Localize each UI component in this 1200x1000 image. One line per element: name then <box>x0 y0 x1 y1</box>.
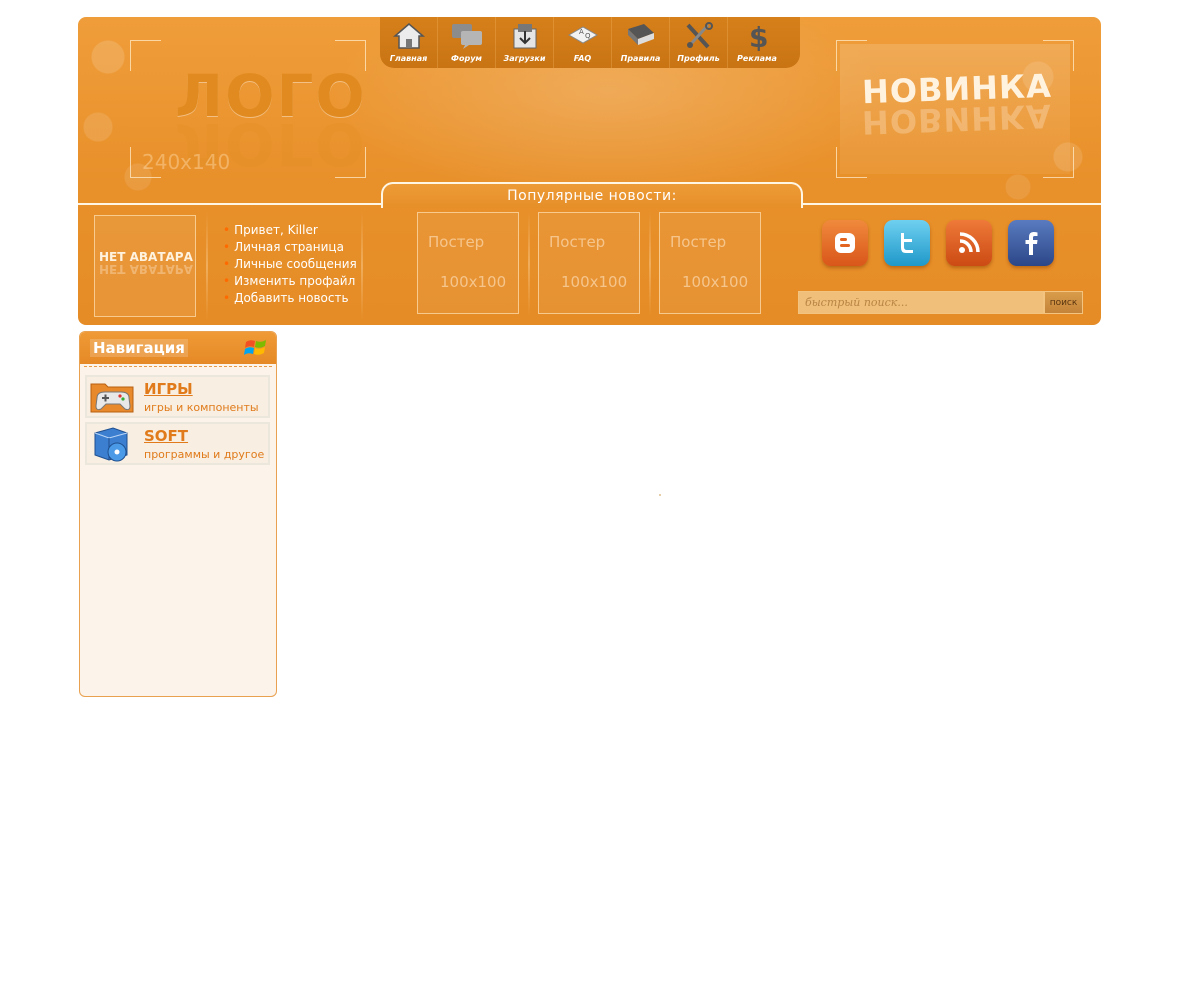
quick-search: поиск <box>798 291 1083 314</box>
site-header: ЛОГО ЛОГО 240x140 НОВИНКА НОВИНКА Главна… <box>78 17 1101 325</box>
nav-rules[interactable]: Правила <box>612 17 670 68</box>
nav-ads[interactable]: $ Реклама <box>728 17 786 68</box>
dollar-icon: $ <box>749 21 768 51</box>
nav-card-games[interactable]: ИГРЫ игры и компоненты <box>85 375 270 418</box>
nav-profile-label: Профиль <box>677 54 720 63</box>
nav-forum[interactable]: Форум <box>438 17 496 68</box>
content-marker <box>659 494 661 496</box>
profile-tools-icon <box>686 22 713 49</box>
nav-profile[interactable]: Профиль <box>670 17 728 68</box>
popular-news-tab: Популярные новости: <box>381 182 803 208</box>
sidebar-divider <box>84 366 272 367</box>
add-news-link[interactable]: • Добавить новость <box>223 290 357 307</box>
poster-2[interactable]: Постер 100x100 <box>538 212 640 314</box>
home-icon <box>392 23 425 49</box>
facebook-icon[interactable] <box>1008 220 1054 266</box>
nav-faq[interactable]: A Q FAQ <box>554 17 612 68</box>
downloads-icon <box>513 24 536 49</box>
nav-card-title: SOFT <box>144 427 189 445</box>
twitter-icon[interactable] <box>884 220 930 266</box>
nav-faq-label: FAQ <box>573 54 592 63</box>
logo-size-label: 240x140 <box>142 150 231 174</box>
search-input[interactable] <box>798 291 1044 314</box>
private-messages-link[interactable]: • Личные сообщения <box>223 256 357 273</box>
poster-size: 100x100 <box>561 273 628 291</box>
svg-text:A: A <box>579 28 584 36</box>
popular-news-label: Популярные новости: <box>507 188 677 204</box>
poster-1[interactable]: Постер 100x100 <box>417 212 519 314</box>
separator <box>206 212 208 320</box>
user-menu: • Привет, Killer • Личная страница • Личные… <box>223 222 357 307</box>
poster-title: Постер <box>670 233 727 251</box>
nav-home-label: Главная <box>389 54 428 63</box>
search-button[interactable]: поиск <box>1044 291 1083 314</box>
avatar-reflection: НЕТ АВАТАРА <box>99 262 193 276</box>
navigation-sidebar: Навигация ИГРЫ игры и компоненты SOFT пр… <box>79 331 277 697</box>
nav-card-title: ИГРЫ <box>144 380 193 398</box>
nav-downloads[interactable]: Загрузки <box>496 17 554 68</box>
nav-downloads-label: Загрузки <box>503 54 546 63</box>
user-greeting[interactable]: • Привет, Killer <box>223 222 357 239</box>
windows-flag-icon <box>244 340 266 355</box>
nav-home[interactable]: Главная <box>380 17 438 68</box>
faq-icon: A Q <box>567 26 598 44</box>
poster-title: Постер <box>428 233 485 251</box>
rules-book-icon <box>627 24 654 45</box>
nav-ads-label: Реклама <box>737 54 777 63</box>
software-box-icon <box>94 427 128 462</box>
personal-page-link[interactable]: • Личная страница <box>223 239 357 256</box>
separator <box>361 212 363 320</box>
separator <box>528 212 530 316</box>
sidebar-title: Навигация <box>90 339 188 357</box>
nav-card-soft[interactable]: SOFT программы и другое <box>85 422 270 465</box>
avatar[interactable]: НЕТ АВАТАРА НЕТ АВАТАРА <box>94 215 196 317</box>
sidebar-header: Навигация <box>80 332 276 364</box>
blogger-icon[interactable] <box>822 220 868 266</box>
promo-reflection: НОВИНКА <box>861 96 1053 142</box>
poster-size: 100x100 <box>682 273 749 291</box>
gamepad-folder-icon <box>90 383 134 413</box>
promo-banner[interactable]: НОВИНКА НОВИНКА <box>836 40 1074 178</box>
top-navigation: Главная Форум Загрузки A Q FAQ Правила П… <box>380 17 800 68</box>
nav-rules-label: Правила <box>620 54 661 63</box>
site-logo[interactable]: ЛОГО ЛОГО 240x140 <box>130 40 367 178</box>
svg-text:Q: Q <box>585 32 591 40</box>
edit-profile-link[interactable]: • Изменить профайл <box>223 273 357 290</box>
poster-title: Постер <box>549 233 606 251</box>
nav-forum-label: Форум <box>451 54 482 63</box>
nav-card-subtitle: программы и другое <box>144 448 265 461</box>
poster-3[interactable]: Постер 100x100 <box>659 212 761 314</box>
rss-icon[interactable] <box>946 220 992 266</box>
separator <box>649 212 651 316</box>
forum-icon <box>451 24 482 49</box>
poster-size: 100x100 <box>440 273 507 291</box>
nav-card-subtitle: игры и компоненты <box>144 401 259 414</box>
svg-text:$: $ <box>749 21 768 51</box>
